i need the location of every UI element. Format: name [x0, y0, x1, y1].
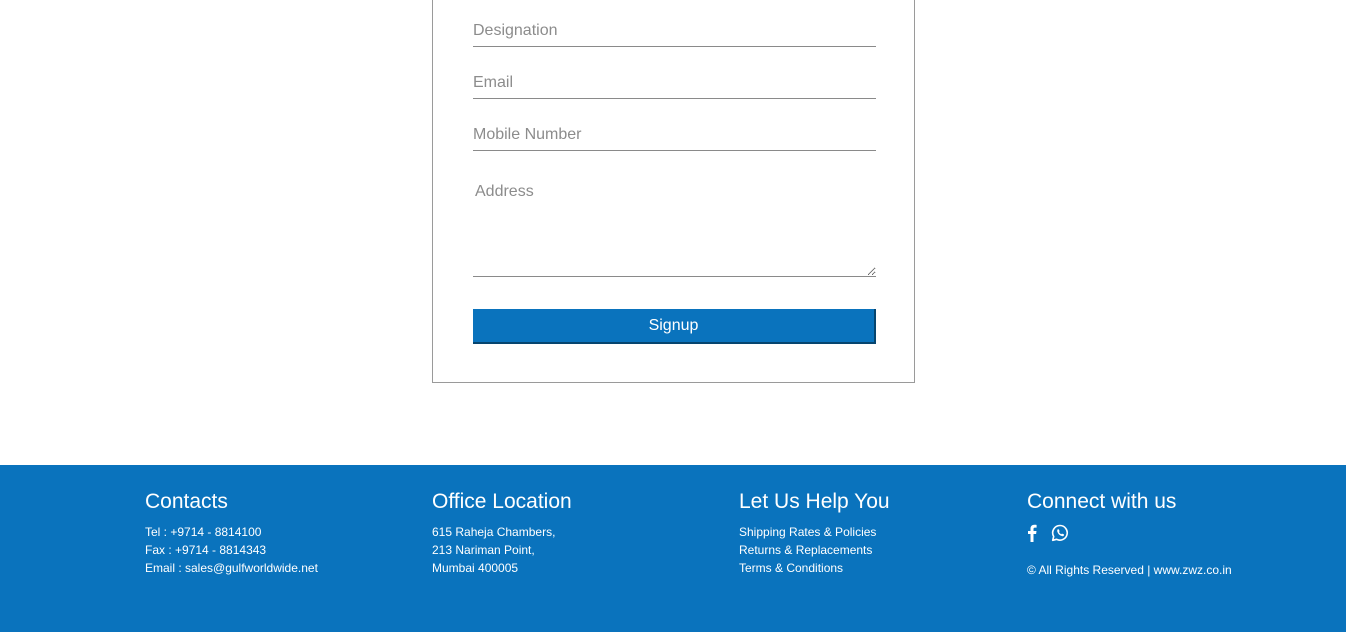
returns-link[interactable]: Returns & Replacements: [739, 541, 890, 559]
contacts-section: Contacts Tel : +9714 - 8814100 Fax : +97…: [145, 489, 318, 577]
signup-form: Signup: [432, 0, 915, 383]
contact-email: Email : sales@gulfworldwide.net: [145, 561, 318, 575]
email-field[interactable]: [473, 71, 876, 99]
copyright-text: © All Rights Reserved | www.zwz.co.in: [1027, 563, 1232, 577]
social-links: [1027, 523, 1232, 543]
contacts-heading: Contacts: [145, 490, 228, 513]
signup-button[interactable]: Signup: [473, 309, 876, 344]
office-location-heading: Office Location: [432, 490, 572, 513]
address-line-2: 213 Nariman Point,: [432, 543, 535, 557]
terms-link[interactable]: Terms & Conditions: [739, 559, 890, 577]
mobile-number-field[interactable]: [473, 123, 876, 151]
facebook-icon[interactable]: [1027, 524, 1037, 542]
connect-heading: Connect with us: [1027, 490, 1177, 513]
help-section: Let Us Help You Shipping Rates & Policie…: [739, 489, 890, 577]
office-location-section: Office Location 615 Raheja Chambers, 213…: [432, 489, 572, 577]
shipping-rates-link[interactable]: Shipping Rates & Policies: [739, 523, 890, 541]
contact-tel: Tel : +9714 - 8814100: [145, 525, 262, 539]
address-line-1: 615 Raheja Chambers,: [432, 525, 556, 539]
address-field[interactable]: [473, 175, 876, 277]
help-heading: Let Us Help You: [739, 490, 890, 513]
contact-fax: Fax : +9714 - 8814343: [145, 543, 267, 557]
footer: Contacts Tel : +9714 - 8814100 Fax : +97…: [0, 465, 1346, 632]
address-line-3: Mumbai 400005: [432, 561, 519, 575]
designation-field[interactable]: [473, 19, 876, 47]
connect-section: Connect with us © All Rights Reserved | …: [1027, 489, 1232, 579]
whatsapp-icon[interactable]: [1051, 524, 1069, 542]
